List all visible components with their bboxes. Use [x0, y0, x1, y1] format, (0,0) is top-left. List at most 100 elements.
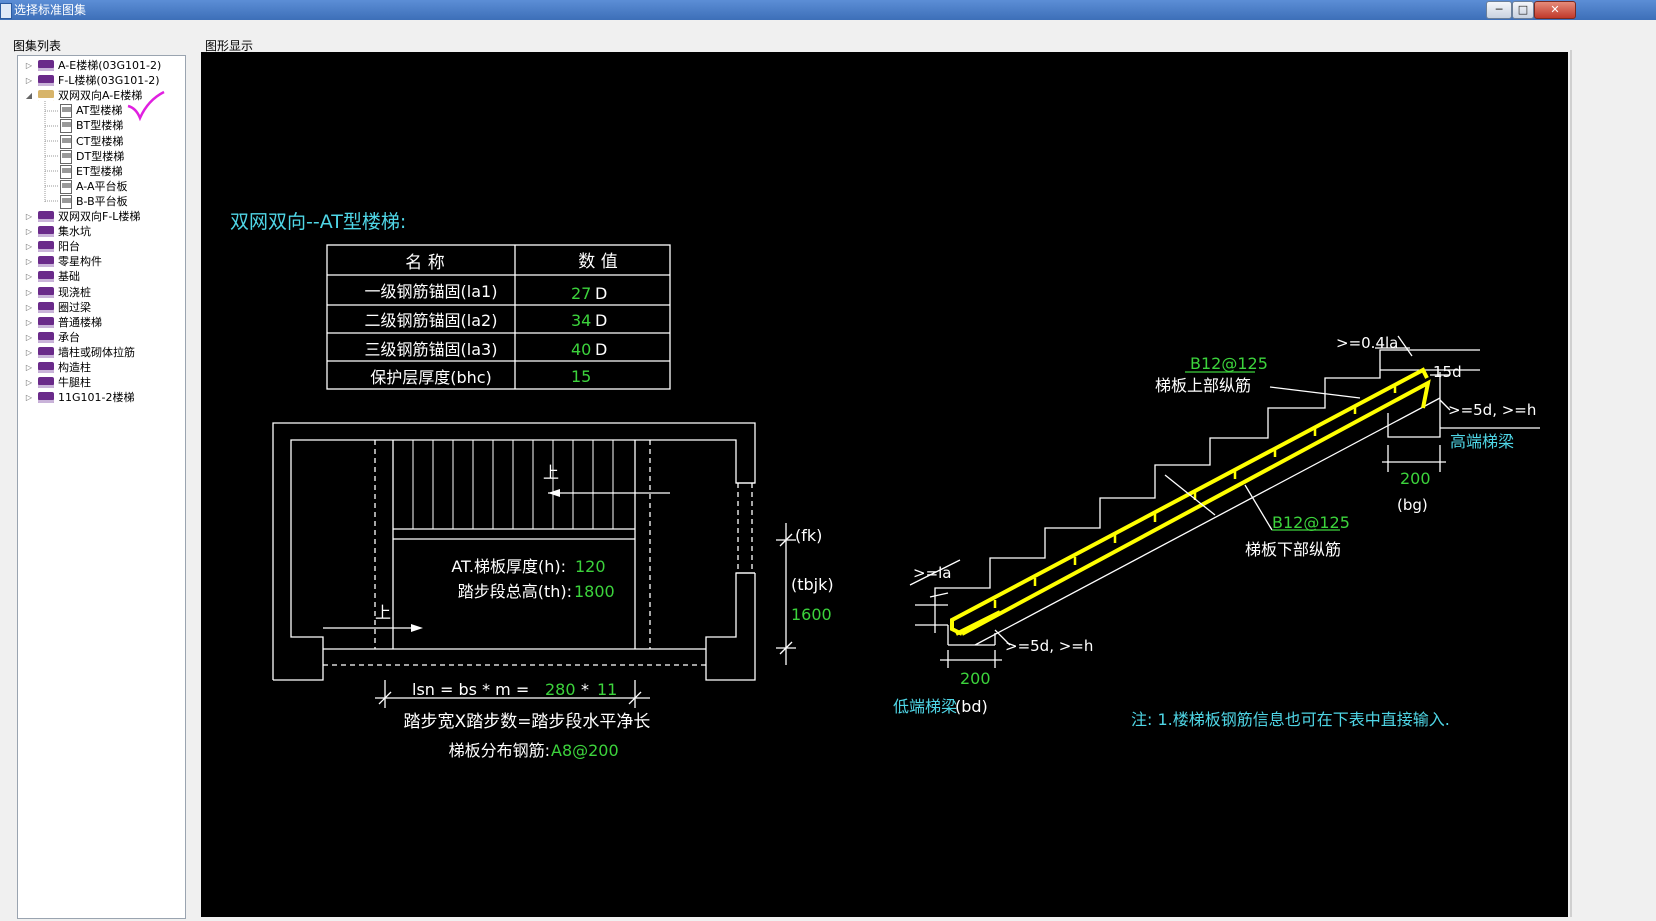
expand-arrow-icon[interactable]: ▷: [24, 269, 34, 284]
bottom-bar-spec: B12@125: [1272, 513, 1350, 532]
table-row-name: 三级钢筋锚固(la3): [365, 340, 498, 359]
book-icon: [38, 346, 54, 358]
bottom-bar-label: 梯板下部纵筋: [1245, 540, 1341, 559]
book-icon: [38, 75, 54, 87]
expand-arrow-icon[interactable]: ▷: [24, 73, 34, 88]
tree-folder-item[interactable]: ▷ 零星构件: [18, 254, 183, 269]
tree-item-label: A-A平台板: [76, 179, 128, 193]
lsn-formula: lsn = bs * m =: [412, 680, 529, 699]
anchor-high-label: >=5d, >=h: [1448, 401, 1536, 419]
book-icon: [38, 226, 54, 238]
tree-item-label: A-E楼梯(03G101-2): [58, 59, 162, 72]
tree-item-label: 圈过梁: [58, 300, 91, 314]
tree-folder-item[interactable]: ▷ 构造柱: [18, 360, 183, 375]
atlas-tree[interactable]: ▷ A-E楼梯(03G101-2) ▷ F-L楼梯(03G101-2) ◢ 双网双向A-E…: [17, 55, 186, 919]
expand-arrow-icon[interactable]: ▷: [24, 315, 34, 330]
drawing-canvas[interactable]: 双网双向--AT型楼梯: 名 称 数 值 一级钢筋锚固(la1) 27 D 二级…: [201, 52, 1568, 917]
tree-item-label: 承台: [58, 330, 80, 344]
table-row-name: 保护层厚度(bhc): [370, 368, 492, 387]
expand-arrow-icon[interactable]: ▷: [24, 58, 34, 73]
tree-item-label: CT型楼梯: [76, 134, 124, 148]
note-text: 注: 1.楼梯板钢筋信息也可在下表中直接输入.: [1131, 710, 1450, 729]
tree-folder-item[interactable]: ▷ 墙柱或砌体拉筋: [18, 345, 183, 360]
up-label: 上: [543, 463, 559, 482]
tree-child-item[interactable]: A-A平台板: [18, 179, 183, 194]
table-row-value: 27: [571, 284, 591, 303]
expand-arrow-icon[interactable]: ▷: [24, 390, 34, 405]
rebar: [950, 367, 1431, 636]
tree-folder-item[interactable]: ▷ 双网双向F-L楼梯: [18, 209, 183, 224]
table-row-name: 二级钢筋锚固(la2): [365, 311, 498, 330]
formula-caption: 踏步宽X踏步数=踏步段水平净长: [404, 712, 651, 732]
tree-child-item[interactable]: CT型楼梯: [18, 134, 183, 149]
tree-folder-item[interactable]: ▷ 现浇桩: [18, 285, 183, 300]
document-icon: [60, 194, 72, 209]
minimize-button[interactable]: ─: [1486, 1, 1512, 19]
expand-arrow-icon[interactable]: ▷: [24, 254, 34, 269]
tree-item-label: 牛腿柱: [58, 376, 91, 390]
expand-arrow-icon[interactable]: ▷: [24, 360, 34, 375]
tree-item-label: 11G101-2楼梯: [58, 391, 135, 405]
open-book-icon: [38, 90, 54, 102]
document-icon: [60, 104, 72, 119]
stair-plan-view: 上 上 AT.梯板厚度(h): 120 踏步段总高(th): 1800 (fk)…: [272, 422, 834, 760]
tree-folder-item[interactable]: ▷ 阳台: [18, 239, 183, 254]
document-icon: [60, 134, 72, 149]
tree-folder-item[interactable]: ▷ 普通楼梯: [18, 315, 183, 330]
tree-item-label: 普通楼梯: [58, 315, 102, 329]
bd-label: (bd): [955, 697, 988, 716]
book-icon: [38, 271, 54, 283]
book-icon: [38, 60, 54, 71]
maximize-button[interactable]: □: [1512, 1, 1534, 19]
tree-folder-item[interactable]: ▷ 牛腿柱: [18, 375, 183, 390]
tree-item-label: 阳台: [58, 240, 80, 254]
tree-folder-item[interactable]: ▷ A-E楼梯(03G101-2): [18, 58, 183, 73]
table-row-name: 一级钢筋锚固(la1): [365, 282, 498, 301]
up-label: 上: [375, 603, 391, 622]
thickness-value: 120: [575, 557, 606, 576]
stair-drawing: 双网双向--AT型楼梯: 名 称 数 值 一级钢筋锚固(la1) 27 D 二级…: [230, 211, 1540, 760]
expand-arrow-icon[interactable]: ▷: [24, 330, 34, 345]
expand-arrow-icon[interactable]: ▷: [24, 300, 34, 315]
top-bar-spec: B12@125: [1190, 354, 1268, 373]
book-icon: [38, 377, 54, 389]
tree-folder-item[interactable]: ▷ 11G101-2楼梯: [18, 390, 183, 405]
anchor-15d-label: 15d: [1433, 363, 1462, 381]
collapse-arrow-icon[interactable]: ◢: [24, 88, 34, 103]
close-button[interactable]: ✕: [1534, 1, 1576, 19]
la-label: >=la: [913, 564, 952, 582]
book-icon: [38, 256, 54, 268]
tree-item-label: 零星构件: [58, 255, 102, 269]
tree-child-item[interactable]: B-B平台板: [18, 194, 183, 209]
app-icon: [0, 3, 12, 19]
tree-item-label: 墙柱或砌体拉筋: [58, 345, 135, 359]
tree-folder-item[interactable]: ▷ 承台: [18, 330, 183, 345]
tree-child-item[interactable]: ET型楼梯: [18, 164, 183, 179]
tree-folder-item[interactable]: ▷ 基础: [18, 269, 183, 284]
tree-item-label: 基础: [58, 270, 80, 284]
height-label: 踏步段总高(th):: [458, 582, 572, 601]
tree-item-label: F-L楼梯(03G101-2): [58, 74, 160, 88]
bg-value: 200: [1400, 469, 1431, 488]
expand-arrow-icon[interactable]: ▷: [24, 239, 34, 254]
tree-folder-item[interactable]: ▷ 圈过梁: [18, 300, 183, 315]
bs-value: 280: [545, 680, 576, 699]
high-beam-label: 高端梯梁: [1450, 432, 1514, 451]
bd-value: 200: [960, 669, 991, 688]
tree-folder-item[interactable]: ▷ 集水坑: [18, 224, 183, 239]
tree-folder-item[interactable]: ▷ F-L楼梯(03G101-2): [18, 73, 183, 88]
tree-panel-label: 图集列表: [13, 39, 62, 53]
expand-arrow-icon[interactable]: ▷: [24, 375, 34, 390]
right-edge-area: [1568, 20, 1656, 917]
m-value: 11: [597, 680, 617, 699]
distribution-label: 梯板分布钢筋:: [449, 741, 550, 760]
expand-arrow-icon[interactable]: ▷: [24, 224, 34, 239]
tree-item-label: BT型楼梯: [76, 119, 124, 133]
tree-item-label: ET型楼梯: [76, 164, 123, 178]
expand-arrow-icon[interactable]: ▷: [24, 209, 34, 224]
expand-arrow-icon[interactable]: ▷: [24, 285, 34, 300]
tree-child-item[interactable]: DT型楼梯: [18, 149, 183, 164]
table-row-value: 40: [571, 340, 591, 359]
low-beam-label: 低端梯梁: [893, 697, 957, 716]
expand-arrow-icon[interactable]: ▷: [24, 345, 34, 360]
